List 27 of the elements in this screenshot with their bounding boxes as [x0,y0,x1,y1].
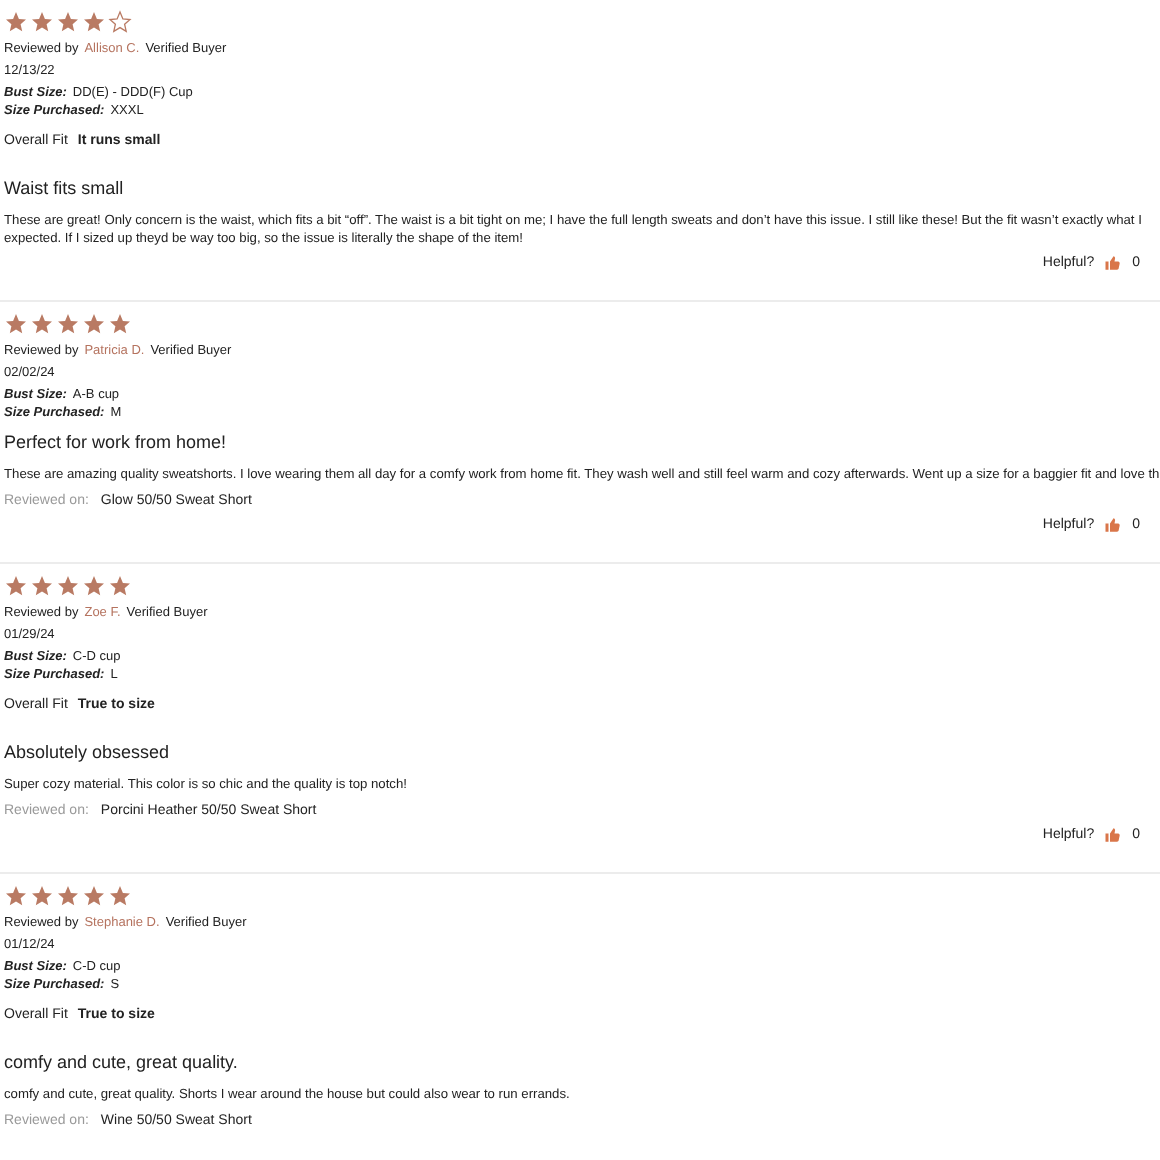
star-icon [82,10,106,34]
star-icon [30,884,54,908]
star-icon [4,884,28,908]
thumbs-up-icon [1104,254,1123,272]
review-title: Waist fits small [4,178,124,200]
review-title: Absolutely obsessed [4,742,170,764]
star-icon [56,312,80,336]
star-icon [56,10,80,34]
star-icon [108,884,132,908]
star-icon [82,574,106,598]
thumbs-up-icon [1104,826,1123,844]
star-icon [30,574,54,598]
star-icon [82,884,106,908]
star-icon [4,10,28,34]
star-icon [4,574,28,598]
star-icon [30,10,54,34]
review-title: comfy and cute, great quality. [4,1052,238,1074]
star-icon [56,884,80,908]
star-icon [4,312,28,336]
star-icon [108,312,132,336]
star-icon [30,312,54,336]
star-icon [82,312,106,336]
review-title: Perfect for work from home! [4,432,227,454]
thumbs-up-icon [1104,516,1123,534]
star-icon [56,574,80,598]
empty-star-icon [108,10,132,34]
star-icon [108,574,132,598]
